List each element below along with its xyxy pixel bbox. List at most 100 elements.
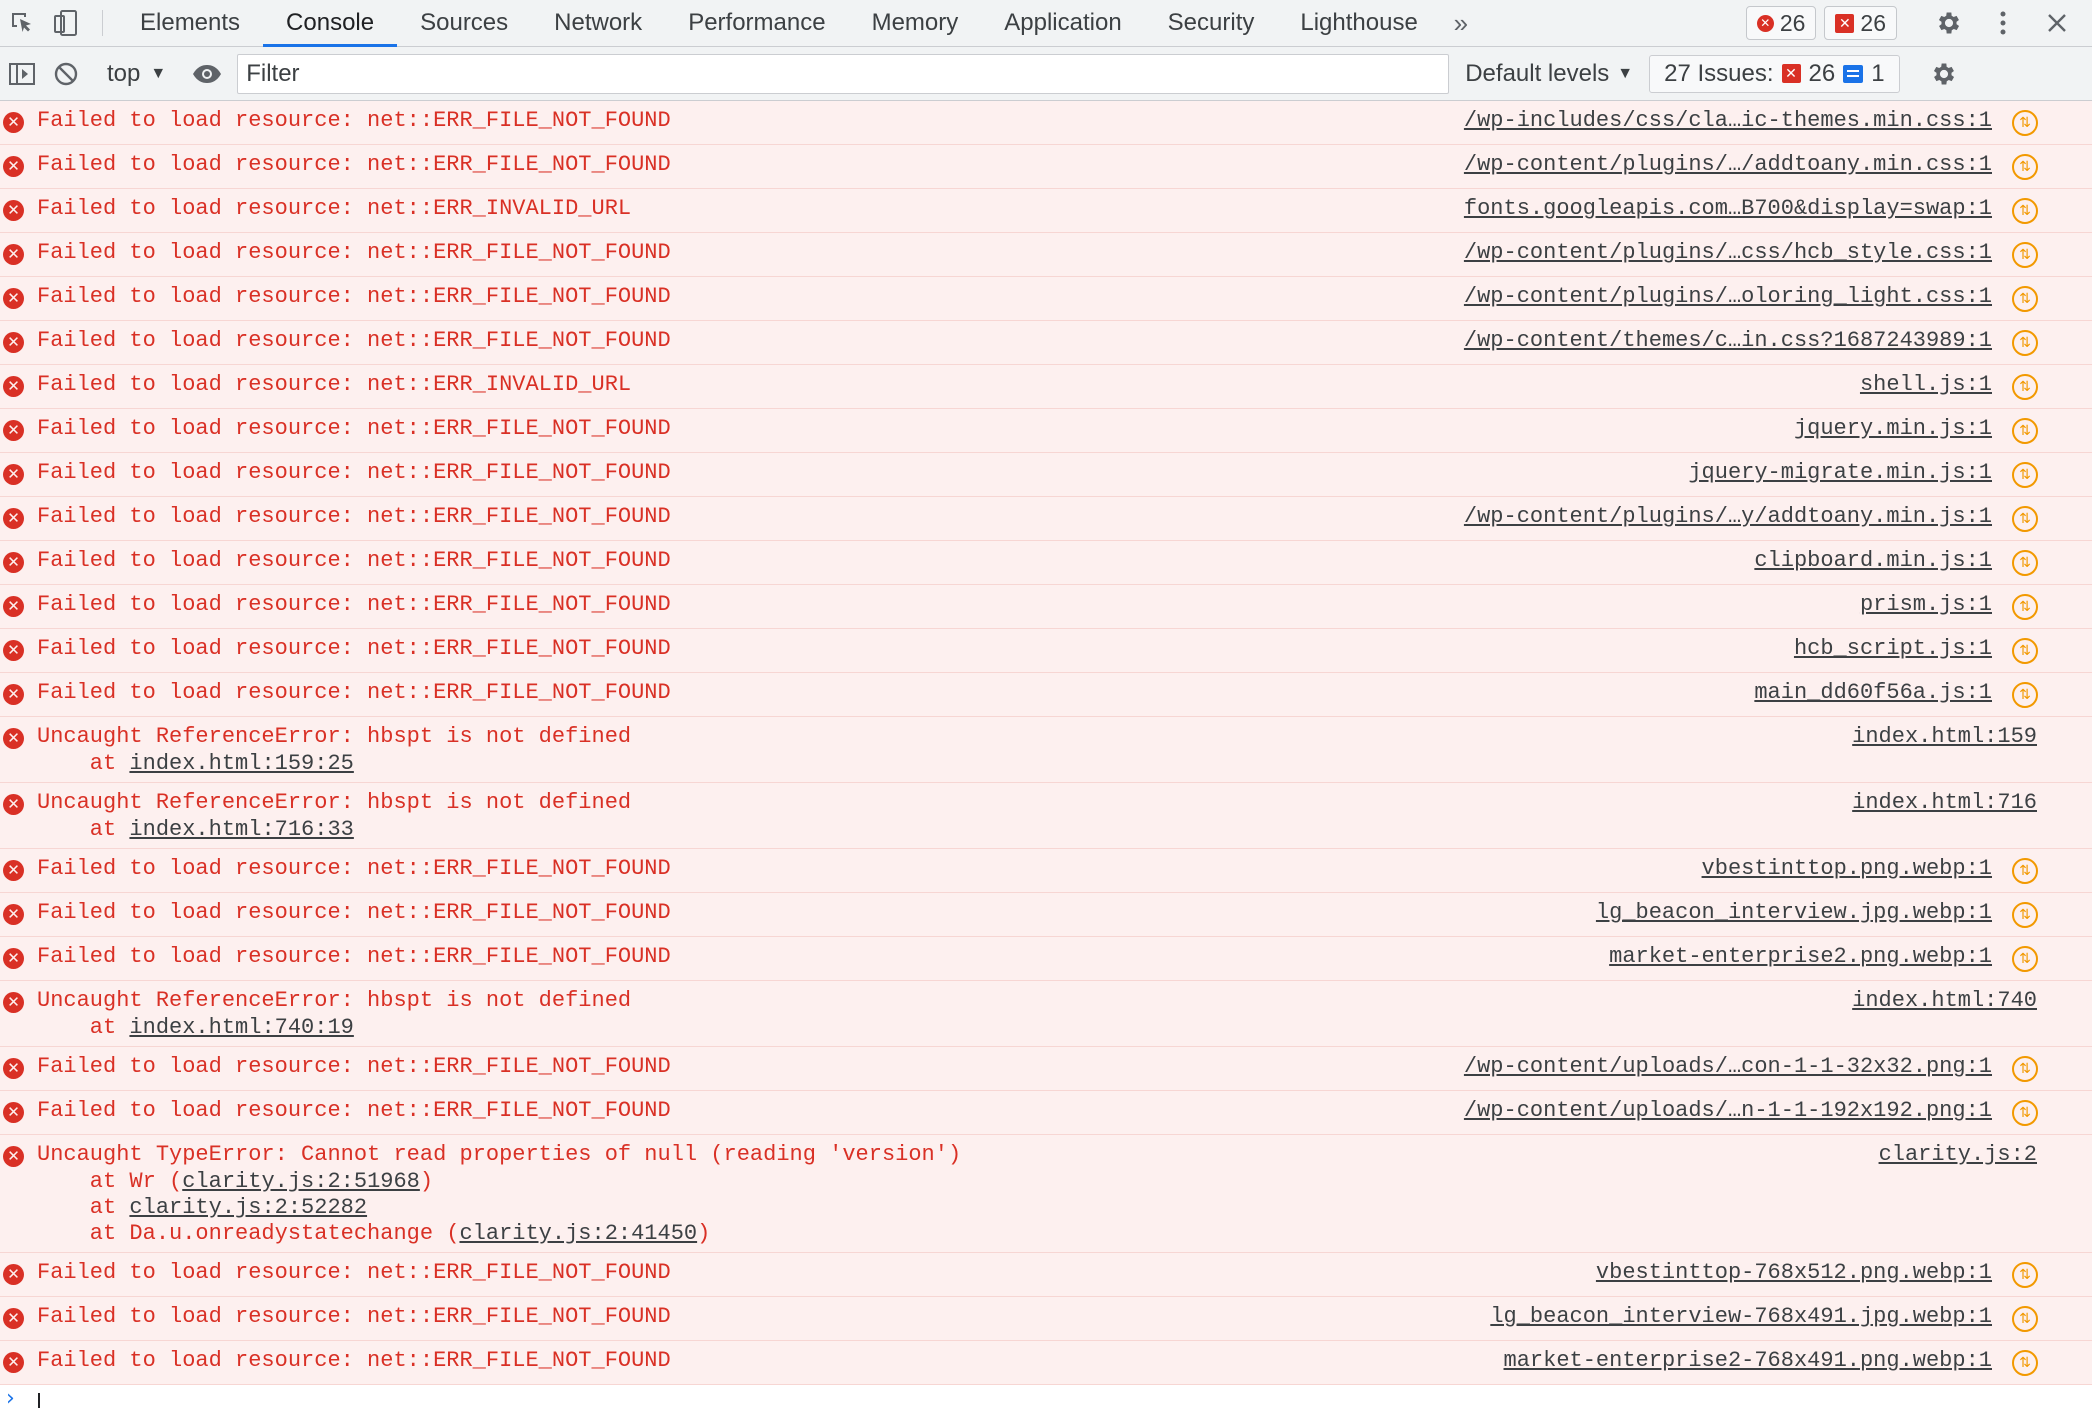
network-request-icon[interactable]: ⇅ xyxy=(2012,1056,2038,1082)
network-request-icon[interactable]: ⇅ xyxy=(2012,1350,2038,1376)
network-request-icon[interactable]: ⇅ xyxy=(2012,946,2038,972)
tab-elements[interactable]: Elements xyxy=(117,0,263,46)
issues-button[interactable]: 27 Issues: ✕ 26 1 xyxy=(1649,54,1900,93)
stack-frame-link[interactable]: index.html:716:33 xyxy=(129,817,353,842)
x-circle-icon: ✕ xyxy=(3,1308,24,1329)
tab-application[interactable]: Application xyxy=(981,0,1144,46)
message-source-link[interactable]: index.html:159 xyxy=(1852,723,2037,751)
customize-menu-button[interactable] xyxy=(1980,0,2026,46)
issues-count-badge[interactable]: ✕ 26 xyxy=(1824,6,1897,40)
console-message: ✕ Failed to load resource: net::ERR_FILE_… xyxy=(0,849,2092,893)
stack-frame-link[interactable]: index.html:159:25 xyxy=(129,751,353,776)
network-request-icon[interactable]: ⇅ xyxy=(2012,330,2038,356)
network-request-icon[interactable]: ⇅ xyxy=(2012,682,2038,708)
stack-frame-link[interactable]: index.html:740:19 xyxy=(129,1015,353,1040)
log-levels-dropdown[interactable]: Default levels ▼ xyxy=(1465,60,1633,88)
network-request-icon[interactable]: ⇅ xyxy=(2012,374,2038,400)
network-request-icon[interactable]: ⇅ xyxy=(2012,1100,2038,1126)
message-source-link[interactable]: /wp-content/themes/c…in.css?1687243989:1 xyxy=(1464,327,1992,355)
tab-network[interactable]: Network xyxy=(531,0,665,46)
tab-console[interactable]: Console xyxy=(263,0,398,47)
message-source-link[interactable]: vbestinttop-768x512.png.webp:1 xyxy=(1596,1259,1992,1287)
message-source-link[interactable]: shell.js:1 xyxy=(1860,371,1992,399)
more-tabs-button[interactable]: » xyxy=(1441,0,1481,46)
message-source-link[interactable]: vbestinttop.png.webp:1 xyxy=(1702,855,1992,883)
network-request-icon[interactable]: ⇅ xyxy=(2012,242,2038,268)
live-expression-button[interactable] xyxy=(185,63,229,85)
close-devtools-button[interactable] xyxy=(2034,0,2080,46)
network-request-icon[interactable]: ⇅ xyxy=(2012,902,2038,928)
network-request-icon[interactable]: ⇅ xyxy=(2012,858,2038,884)
error-count-badge[interactable]: ✕ 26 xyxy=(1745,6,1817,40)
message-text: Uncaught TypeError: Cannot read properti… xyxy=(37,1142,962,1167)
message-text: Failed to load resource: net::ERR_FILE_N… xyxy=(37,592,671,617)
message-source-link[interactable]: main_dd60f56a.js:1 xyxy=(1754,679,1992,707)
console-prompt[interactable]: › xyxy=(0,1385,2092,1408)
filter-input[interactable] xyxy=(237,53,1450,94)
x-circle-icon: ✕ xyxy=(3,376,24,397)
tab-lighthouse[interactable]: Lighthouse xyxy=(1277,0,1440,46)
message-source-link[interactable]: /wp-content/plugins/…/addtoany.min.css:1 xyxy=(1464,151,1992,179)
tab-sources[interactable]: Sources xyxy=(397,0,531,46)
issues-label: 27 Issues: xyxy=(1664,59,1774,87)
settings-button[interactable] xyxy=(1926,0,1972,46)
stack-frame-link[interactable]: clarity.js:2:41450 xyxy=(459,1221,697,1246)
inspect-element-button[interactable] xyxy=(0,0,44,46)
toggle-sidebar-button[interactable] xyxy=(0,61,44,87)
stack-frame: at Wr (clarity.js:2:51968) xyxy=(37,1169,2092,1195)
network-request-icon[interactable]: ⇅ xyxy=(2012,638,2038,664)
console-message: ✕ Failed to load resource: net::ERR_FILE_… xyxy=(0,893,2092,937)
network-request-icon[interactable]: ⇅ xyxy=(2012,286,2038,312)
network-request-icon[interactable]: ⇅ xyxy=(2012,418,2038,444)
console-message: ✕ Failed to load resource: net::ERR_FILE_… xyxy=(0,277,2092,321)
message-source-link[interactable]: index.html:716 xyxy=(1852,789,2037,817)
network-request-icon[interactable]: ⇅ xyxy=(2012,1262,2038,1288)
network-request-icon[interactable]: ⇅ xyxy=(2012,110,2038,136)
message-source-link[interactable]: hcb_script.js:1 xyxy=(1794,635,1992,663)
network-request-icon[interactable]: ⇅ xyxy=(2012,462,2038,488)
tab-performance[interactable]: Performance xyxy=(665,0,848,46)
prompt-chevron-icon: › xyxy=(6,1386,15,1408)
message-source-link[interactable]: market-enterprise2.png.webp:1 xyxy=(1609,943,1992,971)
message-source-link[interactable]: lg_beacon_interview-768x491.jpg.webp:1 xyxy=(1490,1303,1992,1331)
message-source-link[interactable]: /wp-includes/css/cla…ic-themes.min.css:1 xyxy=(1464,107,1992,135)
x-circle-icon: ✕ xyxy=(3,640,24,661)
message-source-link[interactable]: jquery.min.js:1 xyxy=(1794,415,1992,443)
message-source-link[interactable]: /wp-content/plugins/…y/addtoany.min.js:1 xyxy=(1464,503,1992,531)
clear-console-button[interactable] xyxy=(44,61,88,87)
message-source-link[interactable]: /wp-content/plugins/…css/hcb_style.css:1 xyxy=(1464,239,1992,267)
device-toolbar-button[interactable] xyxy=(44,0,88,46)
message-source-link[interactable]: clipboard.min.js:1 xyxy=(1754,547,1992,575)
tab-memory[interactable]: Memory xyxy=(849,0,982,46)
kebab-icon xyxy=(2000,11,2006,35)
message-source-link[interactable]: jquery-migrate.min.js:1 xyxy=(1688,459,1992,487)
network-request-icon[interactable]: ⇅ xyxy=(2012,594,2038,620)
stack-frame-prefix: at xyxy=(37,817,130,842)
console-toolbar: top ▼ Default levels ▼ 27 Issues: ✕ 26 1 xyxy=(0,47,2092,101)
message-source-link[interactable]: prism.js:1 xyxy=(1860,591,1992,619)
message-text: Uncaught ReferenceError: hbspt is not de… xyxy=(37,724,632,749)
network-request-icon[interactable]: ⇅ xyxy=(2012,550,2038,576)
tab-security[interactable]: Security xyxy=(1145,0,1278,46)
stack-frame-link[interactable]: clarity.js:2:51968 xyxy=(182,1169,420,1194)
close-icon xyxy=(2048,14,2066,32)
network-request-icon[interactable]: ⇅ xyxy=(2012,154,2038,180)
console-message: ✕ Uncaught ReferenceError: hbspt is not d… xyxy=(0,981,2092,1047)
context-selector[interactable]: top ▼ xyxy=(97,60,176,88)
message-source-link[interactable]: market-enterprise2-768x491.png.webp:1 xyxy=(1504,1347,1992,1375)
message-source-link[interactable]: clarity.js:2 xyxy=(1879,1141,2037,1169)
message-source-link[interactable]: /wp-content/uploads/…con-1-1-32x32.png:1 xyxy=(1464,1053,1992,1081)
console-message: ✕ Failed to load resource: net::ERR_FILE_… xyxy=(0,585,2092,629)
network-request-icon[interactable]: ⇅ xyxy=(2012,1306,2038,1332)
stack-frame-link[interactable]: clarity.js:2:52282 xyxy=(129,1195,367,1220)
console-settings-button[interactable] xyxy=(1921,51,1967,97)
message-source-link[interactable]: index.html:740 xyxy=(1852,987,2037,1015)
network-request-icon[interactable]: ⇅ xyxy=(2012,506,2038,532)
message-source-link[interactable]: lg_beacon_interview.jpg.webp:1 xyxy=(1596,899,1992,927)
message-source-link[interactable]: /wp-content/uploads/…n-1-1-192x192.png:1 xyxy=(1464,1097,1992,1125)
message-source-link[interactable]: /wp-content/plugins/…oloring_light.css:1 xyxy=(1464,283,1992,311)
network-request-icon[interactable]: ⇅ xyxy=(2012,198,2038,224)
issue-error-icon: ✕ xyxy=(1835,13,1855,33)
console-message: ✕ Failed to load resource: net::ERR_INVAL… xyxy=(0,365,2092,409)
message-source-link[interactable]: fonts.googleapis.com…B700&display=swap:1 xyxy=(1464,195,1992,223)
